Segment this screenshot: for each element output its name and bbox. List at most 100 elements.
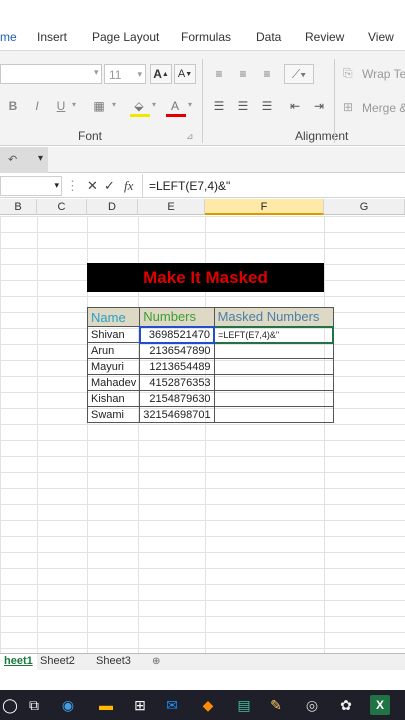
- decrease-indent-icon[interactable]: ⇤: [284, 96, 306, 116]
- font-color-swatch: [166, 114, 186, 117]
- mail-icon[interactable]: ✉: [162, 695, 182, 715]
- cell-number-referenced[interactable]: 3698521470: [138, 325, 216, 344]
- cell-masked-editing[interactable]: =LEFT(E7,4)&": [213, 325, 335, 344]
- settings-icon[interactable]: ✿: [336, 695, 356, 715]
- name-box[interactable]: ▾: [0, 176, 62, 196]
- bold-button[interactable]: B: [2, 96, 24, 116]
- wrap-text-button[interactable]: Wrap Te: [362, 67, 405, 81]
- align-middle-icon[interactable]: ≡: [232, 64, 254, 84]
- enter-icon[interactable]: ✓: [104, 178, 115, 194]
- sheet-tab-1[interactable]: heet1: [0, 654, 37, 670]
- column-header-g[interactable]: G: [324, 199, 405, 215]
- tab-data[interactable]: Data: [256, 30, 281, 44]
- font-size-select[interactable]: 11 ▾: [104, 64, 146, 84]
- obs-icon[interactable]: ◎: [302, 695, 322, 715]
- column-header-e[interactable]: E: [138, 199, 205, 215]
- underline-dropdown-icon[interactable]: ▾: [72, 100, 76, 109]
- cell-name[interactable]: Kishan: [86, 390, 141, 407]
- font-color-icon[interactable]: A: [164, 96, 186, 116]
- group-label-alignment: Alignment: [295, 129, 349, 143]
- ribbon: ▾ 11 ▾ A ▲ A ▼ B I U ▾ ▦ ▾ ⬙ ▾ A ▾ Font ⊿ …: [0, 50, 405, 146]
- cell-number[interactable]: 2154879630: [139, 390, 215, 407]
- header-masked-numbers[interactable]: Masked Numbers: [213, 307, 334, 327]
- align-left-icon[interactable]: ☰: [208, 96, 230, 116]
- quick-access-bar: ↶ ▾: [0, 147, 405, 173]
- formula-bar-handle-icon[interactable]: ⋮: [66, 178, 79, 194]
- cell-name[interactable]: Mahadev: [86, 374, 141, 391]
- new-sheet-icon[interactable]: ⊕: [148, 654, 164, 670]
- cell-number[interactable]: 1213654489: [139, 358, 215, 375]
- paint-brush-icon[interactable]: ✎: [266, 695, 286, 715]
- cell-masked[interactable]: [213, 358, 334, 375]
- task-view-icon[interactable]: ⧉: [24, 695, 44, 715]
- tab-review[interactable]: Review: [305, 30, 344, 44]
- tab-view[interactable]: View: [368, 30, 394, 44]
- increase-indent-icon[interactable]: ⇥: [308, 96, 330, 116]
- file-explorer-icon[interactable]: ▬: [96, 695, 116, 715]
- edge-icon[interactable]: ◉: [58, 695, 78, 715]
- cell-masked[interactable]: [213, 406, 334, 423]
- cell-masked[interactable]: [213, 374, 334, 391]
- cell-number[interactable]: 32154698701: [139, 406, 215, 423]
- cancel-icon[interactable]: ✕: [87, 178, 98, 194]
- tab-formulas[interactable]: Formulas: [181, 30, 231, 44]
- sheet-tab-3[interactable]: Sheet3: [92, 654, 135, 670]
- borders-icon[interactable]: ▦: [88, 96, 110, 116]
- borders-dropdown-icon[interactable]: ▾: [112, 100, 116, 109]
- group-label-font: Font: [78, 129, 103, 143]
- align-bottom-icon[interactable]: ≡: [256, 64, 278, 84]
- tab-insert[interactable]: Insert: [37, 30, 67, 44]
- grow-font-button[interactable]: A ▲: [150, 64, 172, 84]
- paint-icon[interactable]: ◆: [198, 695, 218, 715]
- merge-button[interactable]: Merge &: [362, 101, 405, 115]
- fill-color-icon[interactable]: ⬙: [128, 96, 150, 116]
- column-header-c[interactable]: C: [37, 199, 87, 215]
- font-size-dropdown-icon[interactable]: ▾: [137, 69, 142, 80]
- photos-icon[interactable]: ▤: [234, 695, 254, 715]
- store-icon[interactable]: ⊞: [130, 695, 150, 715]
- font-dialog-launcher-icon[interactable]: ⊿: [186, 131, 194, 142]
- fill-color-dropdown-icon[interactable]: ▾: [152, 100, 156, 109]
- underline-button[interactable]: U: [50, 96, 72, 116]
- italic-button[interactable]: I: [26, 96, 48, 116]
- formula-input[interactable]: =LEFT(E7,4)&": [142, 174, 405, 198]
- column-header-d[interactable]: D: [87, 199, 138, 215]
- undo-icon[interactable]: ↶: [8, 153, 17, 166]
- sheet-title[interactable]: Make It Masked: [87, 263, 324, 292]
- ribbon-tabs: me Insert Page Layout Formulas Data Revi…: [0, 24, 405, 50]
- header-name[interactable]: Name: [86, 307, 141, 327]
- cell-name[interactable]: Shivan: [86, 326, 141, 343]
- tab-home[interactable]: me: [0, 30, 17, 44]
- cell-name[interactable]: Mayuri: [86, 358, 141, 375]
- header-numbers[interactable]: Numbers: [139, 307, 215, 327]
- merge-icon[interactable]: ⊞: [343, 100, 353, 114]
- align-center-icon[interactable]: ☰: [232, 96, 254, 116]
- name-box-dropdown-icon[interactable]: ▾: [54, 180, 59, 191]
- table-row: Arun 2136547890: [86, 342, 334, 359]
- align-top-icon[interactable]: ≡: [208, 64, 230, 84]
- align-right-icon[interactable]: ☰: [256, 96, 278, 116]
- font-color-dropdown-icon[interactable]: ▾: [188, 100, 192, 109]
- search-icon[interactable]: ◯: [0, 695, 20, 715]
- font-name-select[interactable]: [0, 64, 102, 84]
- cell-name[interactable]: Arun: [86, 342, 141, 359]
- orientation-icon[interactable]: ⟋▾: [284, 64, 314, 84]
- shrink-font-button[interactable]: A ▼: [174, 64, 196, 84]
- column-header-f[interactable]: F: [205, 199, 324, 215]
- tab-page-layout[interactable]: Page Layout: [92, 30, 159, 44]
- wrap-text-icon[interactable]: ⎘: [343, 66, 353, 81]
- cell-masked[interactable]: [213, 390, 334, 407]
- cell-masked[interactable]: [213, 342, 334, 359]
- sheet-tab-2[interactable]: Sheet2: [36, 654, 79, 670]
- excel-icon[interactable]: X: [370, 695, 390, 715]
- font-name-dropdown-icon[interactable]: ▾: [94, 67, 99, 78]
- customize-toolbar-icon[interactable]: ▾: [38, 153, 43, 164]
- cell-number[interactable]: 4152876353: [139, 374, 215, 391]
- cell-name[interactable]: Swami: [86, 406, 141, 423]
- cell-number[interactable]: 2136547890: [139, 342, 215, 359]
- table-row: Kishan 2154879630: [86, 390, 334, 407]
- column-header-b[interactable]: B: [0, 199, 37, 215]
- table-row: Mahadev 4152876353: [86, 374, 334, 391]
- font-size-value: 11: [109, 68, 122, 82]
- insert-function-icon[interactable]: fx: [124, 178, 133, 194]
